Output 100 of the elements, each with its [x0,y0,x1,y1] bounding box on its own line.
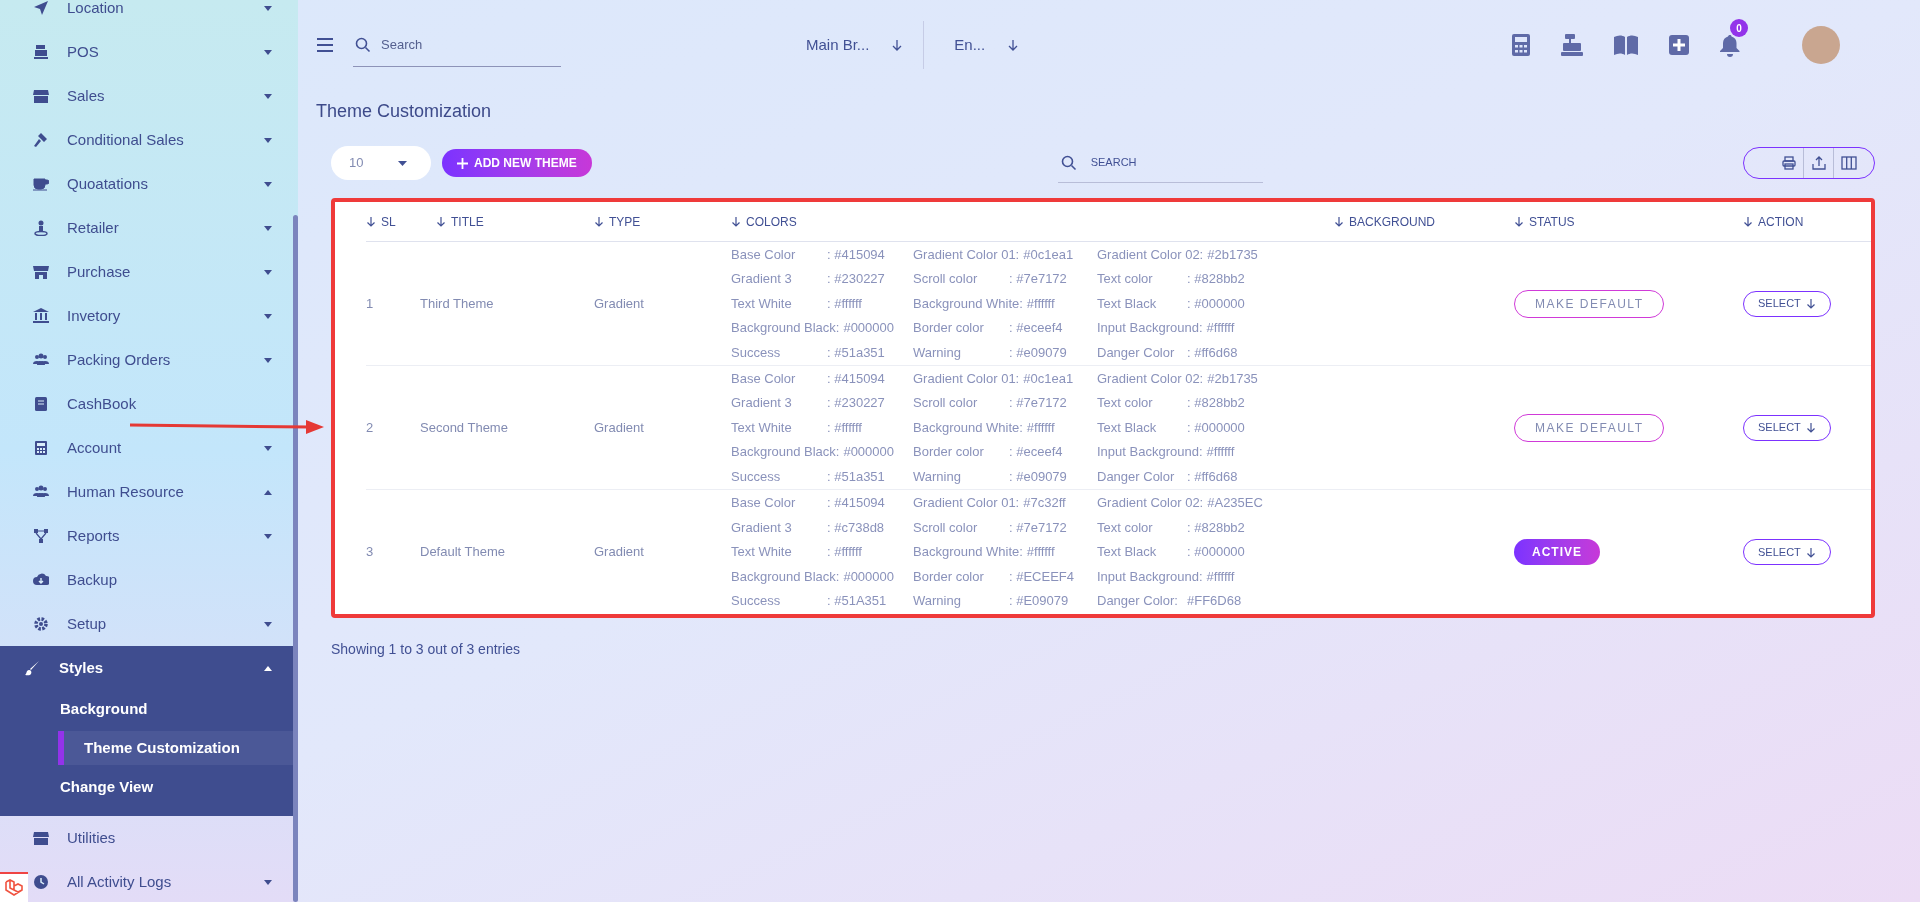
book-icon[interactable] [1614,35,1638,55]
color-entry: Input Background: #ffffff [1097,319,1236,338]
sidebar-item[interactable]: Location [30,0,293,30]
sidebar-item[interactable]: Account [30,426,293,470]
make-default-button[interactable]: MAKE DEFAULT [1514,289,1665,318]
column-header[interactable]: ACTION [1743,212,1871,231]
column-header[interactable]: COLORS [731,212,1334,231]
calculator-icon [33,440,49,456]
color-entry: Text Black : #000000 [1097,543,1246,562]
sidebar-item[interactable]: Purchase [30,250,293,294]
sidebar-item[interactable]: Utilities [30,816,293,860]
cloud-download-icon [33,572,49,588]
color-entry: Base Color : #415094 [731,369,886,388]
add-new-theme-button[interactable]: ADD NEW THEME [442,149,592,177]
arrow-down-icon [891,39,904,51]
printer-icon [1781,156,1796,170]
arrow-down-icon [1007,39,1020,51]
color-entry: Warning : #E09079 [913,592,1070,611]
upload-icon [1811,156,1826,170]
bell-icon[interactable] [1720,35,1740,57]
sidebar-item[interactable]: Conditional Sales [30,118,293,162]
column-header[interactable]: TITLE [416,212,594,231]
color-entry: Scroll color : #7e7172 [913,518,1068,537]
color-entry: Text White : #ffffff [731,418,863,437]
color-entry: Background Black: #000000 [731,443,896,462]
color-entry: Background White: #ffffff [913,418,1056,437]
brush-icon [24,660,40,676]
color-entry: Border color : #eceef4 [913,443,1064,462]
search-icon [1060,154,1077,171]
active-badge[interactable]: ACTIVE [1514,539,1600,565]
caret-down-icon [398,160,407,166]
network-icon [33,528,49,544]
sidebar-item[interactable]: Backup [30,558,293,602]
caret-down-icon [264,181,272,187]
sidebar-item[interactable]: Reports [30,514,293,558]
scrollbar-thumb[interactable] [293,215,298,902]
sidebar-item[interactable]: Packing Orders [30,338,293,382]
caret-down-icon [264,137,272,143]
search-field[interactable]: Search [353,23,561,67]
columns-icon [1841,156,1857,170]
color-entry: Input Background: #ffffff [1097,443,1236,462]
arrow-down-icon [594,216,604,227]
cash-register-icon[interactable] [1561,34,1583,56]
sidebar-item[interactable]: POS [30,30,293,74]
table-cell-text: Gradient [594,543,645,562]
arrow-down-icon [1334,216,1344,227]
search-input[interactable]: Search [381,34,531,55]
color-entry: Danger Color : #ff6d68 [1097,467,1239,486]
sidebar-subitem[interactable]: Theme Customization [58,731,293,765]
bank-icon [33,308,49,324]
sidebar-item[interactable]: Setup [30,602,293,646]
sidebar-item[interactable]: CashBook [30,382,293,426]
color-entry: Gradient 3 : #230227 [731,394,886,413]
page-size-select[interactable]: 10 [331,146,431,180]
page-title: Theme Customization [316,100,493,123]
sidebar-item[interactable]: All Activity Logs [30,860,293,902]
clock-icon [33,874,49,890]
hammer-icon [33,132,49,148]
notification-badge: 0 [1730,19,1748,37]
plus-icon [457,157,468,169]
sidebar-item[interactable]: Styles [0,646,293,690]
sidebar-item[interactable]: Invetory [30,294,293,338]
location-arrow-icon [33,0,49,16]
table-cell-text: Gradient [594,418,645,437]
column-header[interactable]: BACKGROUND [1334,212,1514,231]
color-entry: Scroll color : #7e7172 [913,270,1068,289]
caret-down-icon [264,879,272,885]
sidebar-subitem[interactable]: Background [0,690,293,728]
sidebar-subitem[interactable]: Change View [0,768,293,806]
caret-down-icon [264,357,272,363]
search-input[interactable]: SEARCH [1090,154,1241,171]
calculator-icon[interactable] [1512,34,1530,56]
language-dropdown[interactable]: En... [954,33,1020,57]
table-cell-text: 3 [366,543,375,562]
plus-square-icon[interactable] [1669,35,1689,55]
color-entry: Background White: #ffffff [913,543,1056,562]
sidebar-item[interactable]: Sales [30,74,293,118]
branch-dropdown[interactable]: Main Br... [806,21,925,69]
table-cell-text: Default Theme [419,543,507,562]
sidebar-item[interactable]: Quoatations [30,162,293,206]
make-default-button[interactable]: MAKE DEFAULT [1514,413,1665,442]
menu-icon[interactable] [316,37,334,53]
logo-icon [0,872,28,902]
column-header[interactable]: SL [366,212,416,231]
sidebar-item[interactable]: Human Resource [30,470,293,514]
table-search-field[interactable]: SEARCH [1057,143,1263,183]
caret-down-icon [264,445,272,451]
table-cell-text: 1 [366,294,375,313]
color-entry: Base Color : #415094 [731,245,886,264]
color-entry: Gradient Color 01: #7c32ff [913,494,1067,513]
caret-down-icon [264,93,272,99]
arrow-down-icon [731,216,741,227]
caret-down-icon [264,533,272,539]
column-header[interactable]: TYPE [594,212,731,231]
table-cell-text: Third Theme [419,294,495,313]
color-entry: Warning : #e09079 [913,343,1068,362]
column-header[interactable]: STATUS [1514,212,1743,231]
sidebar-item[interactable]: Retailer [30,206,293,250]
gear-icon [33,616,49,632]
color-entry: Gradient Color 02: #2b1735 [1097,369,1259,388]
